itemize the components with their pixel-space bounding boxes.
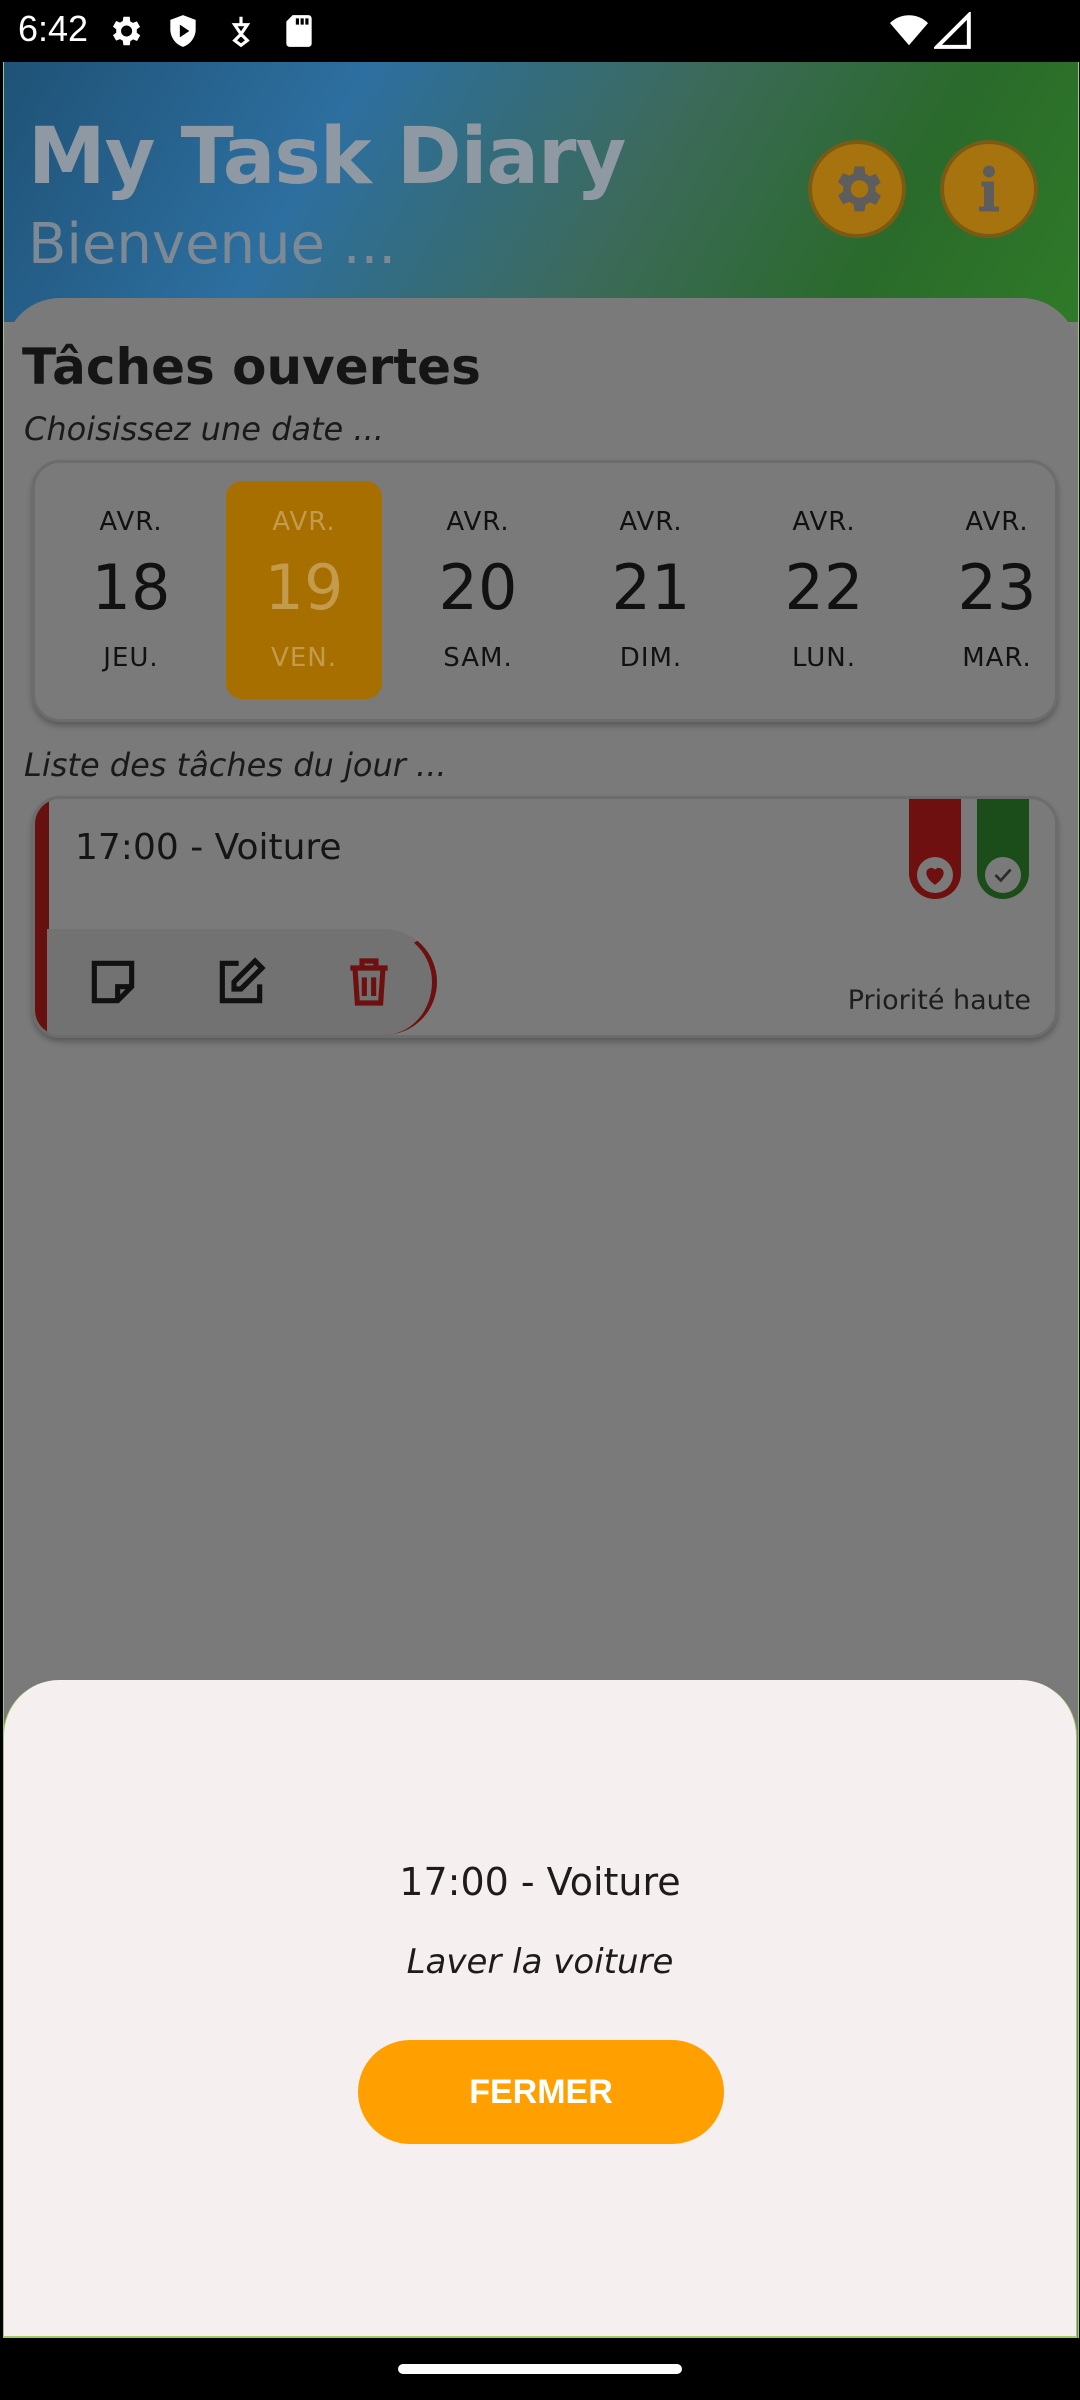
date-month: AVR. <box>446 507 510 537</box>
status-time: 6:42 <box>18 8 89 49</box>
sheet-task-title: 17:00 - Voiture <box>399 1860 681 1904</box>
date-month: AVR. <box>99 507 163 537</box>
gear-icon <box>838 166 881 212</box>
settings-button[interactable] <box>808 140 906 238</box>
app-subtitle: Bienvenue ... <box>28 212 397 277</box>
date-day: 20 <box>438 551 518 624</box>
edit-icon[interactable] <box>213 954 269 1010</box>
task-detail-sheet: 17:00 - Voiture Laver la voiture FERMER <box>3 1680 1077 2338</box>
gesture-nav-handle[interactable] <box>398 2364 682 2374</box>
date-day: 22 <box>784 551 864 624</box>
task-actions <box>47 929 437 1035</box>
date-hint: Choisissez une date ... <box>24 410 384 448</box>
date-item[interactable]: AVR. 21 DIM. <box>573 481 729 699</box>
date-picker[interactable]: AVR. 18 JEU. AVR. 19 VEN. AVR. 20 SAM. A… <box>32 460 1058 722</box>
date-weekday: SAM. <box>443 643 513 673</box>
date-day: 23 <box>957 551 1037 624</box>
date-weekday: JEU. <box>103 643 159 673</box>
check-icon <box>985 857 1021 893</box>
favorite-flag[interactable] <box>909 799 961 899</box>
signal-icon <box>934 12 971 49</box>
priority-label: Priorité haute <box>847 985 1031 1016</box>
date-item[interactable]: AVR. 20 SAM. <box>400 481 556 699</box>
task-list-hint: Liste des tâches du jour ... <box>24 746 447 784</box>
section-title: Tâches ouvertes <box>22 338 481 396</box>
shield-play-icon <box>170 15 196 47</box>
status-bar: 6:42 <box>0 0 1080 62</box>
task-card[interactable]: 17:00 - Voiture Priorité haute <box>32 796 1058 1038</box>
date-weekday: DIM. <box>619 643 683 673</box>
date-item[interactable]: AVR. 23 MAR. <box>919 481 1055 699</box>
date-weekday: VEN. <box>271 643 337 673</box>
pet-tag-icon <box>231 16 251 48</box>
date-item-selected[interactable]: AVR. 19 VEN. <box>226 481 382 699</box>
trash-icon[interactable] <box>341 954 397 1010</box>
date-month: AVR. <box>792 507 856 537</box>
app-title: My Task Diary <box>28 112 626 202</box>
date-weekday: LUN. <box>792 643 856 673</box>
done-flag[interactable] <box>977 799 1029 899</box>
sheet-task-description: Laver la voiture <box>406 1942 674 1982</box>
wifi-icon <box>890 15 928 46</box>
date-item[interactable]: AVR. 18 JEU. <box>53 481 209 699</box>
close-button[interactable]: FERMER <box>358 2040 724 2144</box>
date-month: AVR. <box>619 507 683 537</box>
date-month: AVR. <box>272 507 336 537</box>
gear-icon <box>112 16 141 46</box>
info-icon <box>979 165 999 212</box>
heart-icon <box>917 857 953 893</box>
date-month: AVR. <box>965 507 1029 537</box>
app-header: My Task Diary Bienvenue ... <box>4 62 1078 322</box>
sd-card-icon <box>286 15 312 47</box>
note-icon[interactable] <box>85 954 141 1010</box>
date-day: 21 <box>611 551 691 624</box>
date-day: 19 <box>264 551 344 624</box>
info-button[interactable] <box>940 140 1038 238</box>
date-item[interactable]: AVR. 22 LUN. <box>746 481 902 699</box>
date-weekday: MAR. <box>962 643 1032 673</box>
task-title: 17:00 - Voiture <box>75 827 342 868</box>
date-day: 18 <box>91 551 171 624</box>
